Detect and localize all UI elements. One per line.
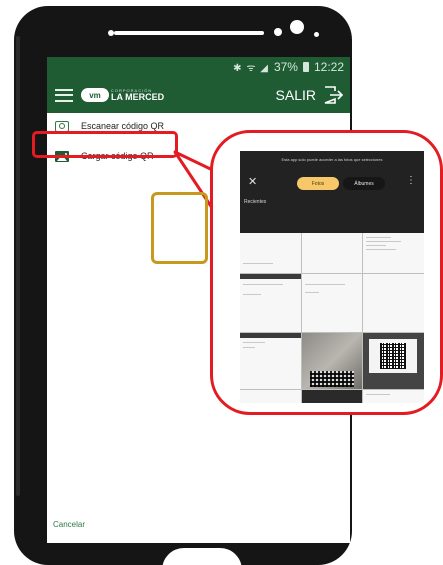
- photo-thumbnail[interactable]: [240, 333, 301, 389]
- photo-thumbnail[interactable]: [363, 274, 424, 332]
- more-options-icon[interactable]: ⋮: [406, 175, 416, 186]
- photo-thumbnail[interactable]: [363, 390, 424, 403]
- photo-thumbnail[interactable]: [240, 233, 301, 273]
- qr-code-image: [369, 339, 418, 373]
- zoom-callout: Esta app solo puede acceder a las fotos …: [210, 130, 443, 415]
- tab-albums[interactable]: Álbumes: [343, 177, 385, 190]
- photo-thumbnail[interactable]: [240, 274, 301, 332]
- photo-grid: [240, 233, 424, 403]
- photo-thumbnail[interactable]: [363, 233, 424, 273]
- tab-photos[interactable]: Fotos: [297, 177, 339, 190]
- photo-picker: Esta app solo puede acceder a las fotos …: [240, 151, 424, 403]
- photo-thumbnail[interactable]: [301, 390, 363, 403]
- picker-header: Esta app solo puede acceder a las fotos …: [240, 151, 424, 233]
- selected-qr-highlight: [151, 192, 208, 264]
- photo-thumbnail-qr[interactable]: [363, 333, 424, 389]
- picker-message: Esta app solo puede acceder a las fotos …: [281, 157, 383, 162]
- photo-thumbnail[interactable]: [240, 390, 301, 403]
- recent-section-title: Recientes: [244, 199, 267, 205]
- photo-thumbnail[interactable]: [301, 233, 363, 273]
- photo-thumbnail[interactable]: [301, 274, 363, 332]
- close-icon[interactable]: ✕: [248, 175, 257, 188]
- photo-thumbnail[interactable]: [301, 333, 363, 389]
